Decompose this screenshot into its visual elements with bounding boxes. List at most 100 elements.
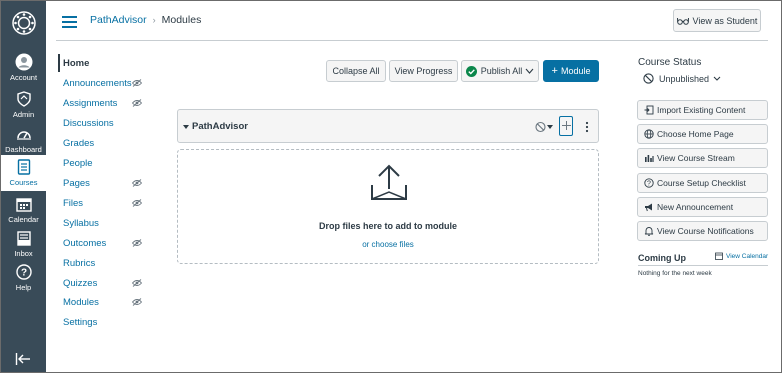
hamburger-menu-icon[interactable]: [62, 16, 77, 28]
announcement-icon: [644, 202, 654, 212]
chevron-down-icon: [525, 68, 534, 74]
view-course-notifications-button[interactable]: View Course Notifications: [637, 221, 768, 241]
checklist-icon: ?: [644, 178, 654, 188]
courses-icon: [15, 158, 33, 176]
choose-home-page-label: Choose Home Page: [657, 129, 734, 139]
view-calendar-link[interactable]: View Calendar: [715, 252, 768, 260]
global-nav-label: Admin: [12, 110, 35, 119]
drop-instructions: Drop files here to add to module: [318, 221, 457, 231]
import-icon: [644, 105, 654, 115]
collapse-all-button[interactable]: Collapse All: [326, 60, 386, 82]
admin-icon: [15, 90, 33, 108]
course-nav-label: Assignments: [63, 97, 118, 109]
collapse-nav-icon[interactable]: [15, 352, 31, 366]
hidden-eye-icon: [132, 199, 142, 207]
svg-text:?: ?: [647, 181, 651, 188]
course-nav-settings[interactable]: Settings: [63, 314, 153, 330]
stream-icon: [644, 153, 654, 163]
plus-icon: [562, 121, 571, 130]
hidden-eye-icon: [132, 279, 142, 287]
global-nav-help[interactable]: ? Help: [1, 263, 46, 297]
new-announcement-label: New Announcement: [657, 202, 734, 212]
course-nav-label: Discussions: [63, 117, 114, 129]
publish-all-button[interactable]: Publish All: [461, 60, 539, 82]
view-course-stream-button[interactable]: View Course Stream: [637, 148, 768, 168]
choose-files-link[interactable]: or choose files: [362, 240, 414, 249]
global-nav-inbox[interactable]: Inbox: [1, 229, 46, 263]
file-dropzone[interactable]: Drop files here to add to module or choo…: [177, 149, 599, 264]
global-nav-label: Dashboard: [5, 145, 42, 154]
caret-down-small-icon[interactable]: [547, 125, 553, 129]
course-status-value: Unpublished: [659, 73, 710, 84]
course-nav-grades[interactable]: Grades: [63, 135, 153, 151]
course-nav-rubrics[interactable]: Rubrics: [63, 255, 153, 271]
hidden-eye-icon: [132, 298, 142, 306]
unpublished-icon[interactable]: [535, 121, 547, 133]
calendar-icon: [15, 195, 33, 213]
course-nav-label: Pages: [63, 177, 90, 189]
kebab-menu-icon[interactable]: [585, 121, 589, 133]
view-as-student-button[interactable]: View as Student: [673, 9, 761, 32]
calendar-icon: [715, 252, 723, 260]
global-nav-courses[interactable]: Courses: [1, 155, 46, 191]
choose-home-page-button[interactable]: Choose Home Page: [637, 124, 768, 144]
global-nav-account[interactable]: Account: [1, 53, 46, 87]
import-existing-content-label: Import Existing Content: [657, 105, 746, 115]
add-module-label: Module: [560, 66, 591, 76]
svg-text:?: ?: [20, 268, 26, 279]
new-announcement-button[interactable]: New Announcement: [637, 197, 768, 217]
course-nav-home[interactable]: Home: [63, 55, 153, 71]
course-nav-label: Rubrics: [63, 257, 96, 269]
hidden-eye-icon: [132, 179, 142, 187]
view-progress-label: View Progress: [394, 66, 453, 76]
course-nav-label: Syllabus: [63, 217, 99, 229]
home-page-icon: [644, 129, 654, 139]
global-nav-label: Courses: [9, 178, 38, 187]
global-nav-calendar[interactable]: Calendar: [1, 195, 46, 229]
breadcrumb: PathAdvisor › Modules: [90, 14, 201, 26]
header-divider: [56, 40, 768, 41]
breadcrumb-separator: ›: [152, 15, 156, 25]
view-as-student-label: View as Student: [692, 15, 758, 26]
global-nav-admin[interactable]: Admin: [1, 90, 46, 124]
course-nav-label: Quizzes: [63, 277, 98, 289]
course-nav-people[interactable]: People: [63, 155, 153, 171]
coming-up-empty: Nothing for the next week: [638, 270, 712, 277]
course-setup-checklist-button[interactable]: ? Course Setup Checklist: [637, 173, 768, 193]
account-icon: [15, 53, 33, 71]
collapse-all-label: Collapse All: [332, 66, 380, 76]
course-nav-label: People: [63, 157, 93, 169]
upload-icon: [371, 164, 407, 200]
glasses-icon: [676, 17, 689, 25]
global-nav-label: Inbox: [14, 249, 33, 258]
caret-down-icon[interactable]: [183, 125, 189, 130]
course-nav-label: Settings: [63, 316, 98, 328]
course-nav-label: Modules: [63, 296, 99, 308]
active-item-indicator: [58, 54, 60, 72]
published-check-icon: [465, 65, 477, 77]
course-nav-syllabus[interactable]: Syllabus: [63, 215, 153, 231]
add-module-button[interactable]: + Module: [543, 60, 599, 82]
global-nav-dashboard[interactable]: Dashboard: [1, 125, 46, 159]
breadcrumb-current: Modules: [161, 14, 202, 26]
module-header[interactable]: PathAdvisor: [177, 109, 599, 143]
course-status-heading: Course Status: [638, 57, 702, 68]
view-progress-button[interactable]: View Progress: [389, 60, 458, 82]
hidden-eye-icon: [132, 79, 142, 87]
coming-up-heading: Coming Up: [638, 253, 686, 263]
chevron-down-icon: [713, 76, 721, 81]
bell-icon: [644, 226, 654, 236]
course-nav-label: Files: [63, 197, 84, 209]
inbox-icon: [15, 229, 33, 247]
canvas-logo-icon[interactable]: [12, 11, 36, 35]
course-nav-label: Announcements: [63, 77, 132, 89]
import-existing-content-button[interactable]: Import Existing Content: [637, 100, 768, 120]
global-nav-label: Help: [15, 283, 32, 292]
course-nav-label: Grades: [63, 137, 95, 149]
course-nav-discussions[interactable]: Discussions: [63, 115, 153, 131]
breadcrumb-course-link[interactable]: PathAdvisor: [90, 14, 147, 26]
add-item-button[interactable]: [559, 116, 573, 136]
unpublished-icon: [643, 73, 654, 84]
course-nav-label: Outcomes: [63, 237, 107, 249]
course-status-dropdown[interactable]: Unpublished: [643, 73, 721, 84]
